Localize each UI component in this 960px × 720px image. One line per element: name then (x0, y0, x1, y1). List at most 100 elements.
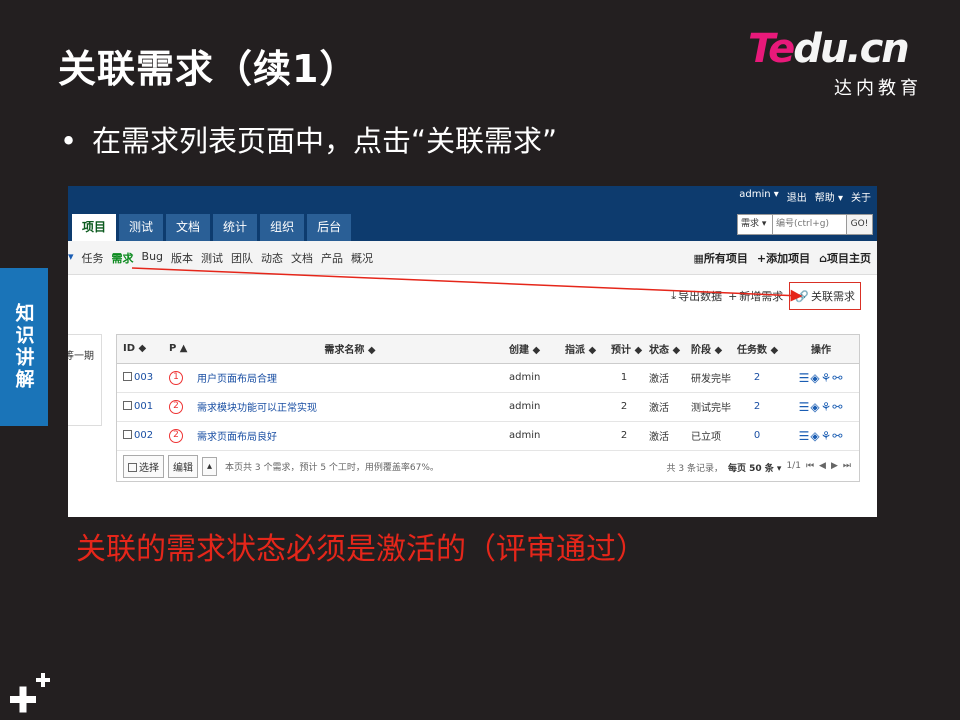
logo-subtitle: 达内教育 (834, 78, 922, 99)
chevron-up-icon[interactable]: ▴ (202, 457, 218, 476)
about-link[interactable]: 关于 (851, 189, 871, 204)
story-estimate: 2 (605, 421, 643, 451)
search-type-select[interactable]: 需求 ▾ (737, 214, 773, 235)
first-page-icon[interactable]: ⏮ (806, 461, 814, 474)
tree-icon[interactable]: ⚘ (821, 429, 833, 443)
col-estimate[interactable]: 预计 ◆ (605, 335, 643, 364)
col-ops: 操作 (783, 335, 859, 364)
subnav-team[interactable]: 团队 (231, 250, 253, 266)
grid-icon: ▦ (693, 252, 704, 265)
story-assignee (559, 421, 605, 451)
prev-page-icon[interactable]: ◀ (819, 461, 826, 474)
layers-icon[interactable]: ◈ (810, 429, 820, 443)
logo-wordmark: Tedu.cn (748, 26, 910, 72)
add-project-link[interactable]: +添加项目 (757, 250, 810, 266)
priority-badge: 1 (169, 370, 183, 385)
tab-admin[interactable]: 后台 (307, 214, 352, 241)
row-ops: ☰◈⚘⚯ (783, 392, 859, 422)
col-id[interactable]: ID ◆ (117, 335, 163, 364)
download-icon: ⤓ (671, 289, 677, 302)
story-name[interactable]: 用户页面布局合理 (191, 363, 503, 393)
story-assignee (559, 363, 605, 393)
col-status[interactable]: 状态 ◆ (643, 335, 685, 364)
tree-icon[interactable]: ⚘ (821, 400, 833, 414)
tab-test[interactable]: 测试 (119, 214, 164, 241)
left-panel-label: 等一期 (68, 351, 94, 362)
all-projects-link[interactable]: ▦所有项目 (694, 250, 748, 266)
list-icon[interactable]: ☰ (799, 400, 811, 414)
export-button[interactable]: ⤓ 导出数据 (671, 288, 722, 304)
page-indicator: 1/1 (786, 461, 801, 471)
link-icon: 🔗 (795, 289, 809, 303)
subnav-build[interactable]: 版本 (171, 250, 193, 266)
note-text: 关联的需求状态必须是激活的（评审通过） (76, 532, 646, 567)
next-page-icon[interactable]: ▶ (831, 461, 838, 474)
subnav-task[interactable]: 任务 (82, 250, 104, 266)
row-checkbox[interactable] (123, 430, 132, 439)
project-home-link[interactable]: ⌂项目主页 (819, 250, 871, 266)
batch-edit-button[interactable]: 编辑 (168, 455, 198, 478)
layers-icon[interactable]: ◈ (810, 371, 820, 385)
col-tasks[interactable]: 任务数 ◆ (731, 335, 783, 364)
chevron-down-icon[interactable]: ▾ (68, 250, 74, 266)
subnav-dynamic[interactable]: 动态 (261, 250, 283, 266)
tab-project[interactable]: 项目 (72, 214, 117, 241)
plus-icon: + (728, 289, 738, 303)
table-row: 001 2 需求模块功能可以正常实现 admin 2 激活 测试完毕 2 ☰◈⚘… (117, 392, 859, 422)
story-stage: 已立项 (685, 421, 731, 451)
row-ops: ☰◈⚘⚯ (783, 363, 859, 393)
col-stage[interactable]: 阶段 ◆ (685, 335, 731, 364)
row-ops: ☰◈⚘⚯ (783, 421, 859, 451)
layers-icon[interactable]: ◈ (810, 400, 820, 414)
row-checkbox[interactable] (123, 401, 132, 410)
home-icon: ⌂ (819, 252, 827, 265)
story-tasks[interactable]: 0 (731, 421, 783, 451)
per-page-select[interactable]: 每页 50 条 ▾ (728, 461, 781, 474)
story-tasks[interactable]: 2 (731, 363, 783, 393)
table-row: 002 2 需求页面布局良好 admin 2 激活 已立项 0 ☰◈⚘⚯ (117, 421, 859, 451)
col-pri[interactable]: P ▲ (163, 335, 191, 364)
story-id[interactable]: 002 (134, 430, 153, 441)
story-name[interactable]: 需求页面布局良好 (191, 421, 503, 451)
subnav-overview[interactable]: 概况 (351, 250, 373, 266)
search-box: 需求 ▾ GO! (737, 214, 873, 235)
col-name[interactable]: 需求名称 ◆ (191, 335, 503, 364)
unlink-icon[interactable]: ⚯ (832, 371, 843, 385)
subnav-doc[interactable]: 文档 (291, 250, 313, 266)
logout-link[interactable]: 退出 (787, 189, 807, 204)
row-checkbox[interactable] (123, 372, 132, 381)
story-tasks[interactable]: 2 (731, 392, 783, 422)
list-icon[interactable]: ☰ (799, 429, 811, 443)
tab-doc[interactable]: 文档 (166, 214, 211, 241)
action-row: ⤓ 导出数据 + 新增需求 🔗 关联需求 (671, 282, 861, 310)
user-menu[interactable]: admin ▾ (739, 189, 779, 204)
user-bar: admin ▾ 退出 帮助 ▾ 关于 (739, 189, 871, 204)
story-id[interactable]: 003 (134, 372, 153, 383)
tree-icon[interactable]: ⚘ (821, 371, 833, 385)
subnav-bug[interactable]: Bug (142, 250, 164, 266)
help-menu[interactable]: 帮助 ▾ (815, 189, 843, 204)
search-input[interactable] (773, 214, 847, 235)
unlink-icon[interactable]: ⚯ (832, 400, 843, 414)
link-story-button[interactable]: 🔗 关联需求 (789, 282, 861, 310)
subnav-product[interactable]: 产品 (321, 250, 343, 266)
subnav-story[interactable]: 需求 (112, 250, 134, 266)
col-creator[interactable]: 创建 ◆ (503, 335, 559, 364)
unlink-icon[interactable]: ⚯ (832, 429, 843, 443)
subnav-test[interactable]: 测试 (201, 250, 223, 266)
tab-stats[interactable]: 统计 (213, 214, 258, 241)
table-footer: 选择 编辑 ▴ 本页共 3 个需求，预计 5 个工时，用例覆盖率67%。 共 3… (117, 452, 859, 481)
story-name[interactable]: 需求模块功能可以正常实现 (191, 392, 503, 422)
col-assign[interactable]: 指派 ◆ (559, 335, 605, 364)
add-story-button[interactable]: + 新增需求 (728, 288, 783, 304)
story-id[interactable]: 001 (134, 401, 153, 412)
list-icon[interactable]: ☰ (799, 371, 811, 385)
story-estimate: 2 (605, 392, 643, 422)
table-row: 003 1 用户页面布局合理 admin 1 激活 研发完毕 2 ☰◈⚘⚯ (117, 363, 859, 393)
search-go-button[interactable]: GO! (847, 214, 873, 235)
tab-org[interactable]: 组织 (260, 214, 305, 241)
last-page-icon[interactable]: ⏭ (843, 461, 851, 474)
plus-logo-icon (10, 673, 50, 713)
select-all-button[interactable]: 选择 (123, 455, 164, 478)
story-stage: 测试完毕 (685, 392, 731, 422)
